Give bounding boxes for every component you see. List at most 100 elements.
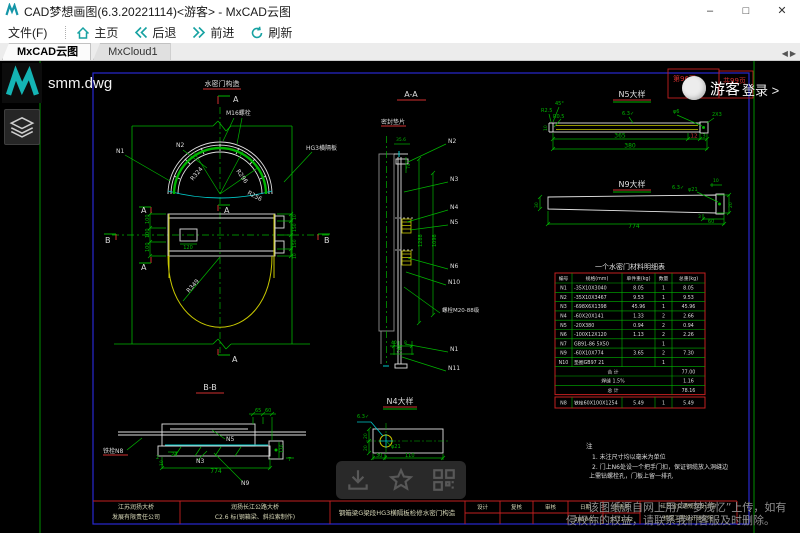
download-button[interactable] bbox=[345, 467, 371, 493]
n9-detail bbox=[538, 183, 731, 226]
table-cell: 垫圈GB97 21 bbox=[574, 359, 604, 366]
login-link[interactable]: 登录 > bbox=[742, 80, 779, 99]
table-cell: N3 bbox=[560, 304, 567, 310]
table-header-cell: 规格(mm) bbox=[586, 275, 609, 282]
table-cell: 8.05 bbox=[683, 286, 694, 292]
forward-button[interactable]: 前进 bbox=[192, 24, 234, 41]
table-cell: -35X10X3040 bbox=[574, 286, 607, 292]
cad-label: 6.3✓ bbox=[672, 185, 684, 191]
cad-label: φ6 bbox=[673, 109, 679, 115]
mxcad-logo-button[interactable] bbox=[2, 63, 42, 103]
minimize-button[interactable]: – bbox=[692, 0, 728, 22]
cad-label: M16螺栓 bbox=[226, 109, 251, 117]
refresh-button[interactable]: 刷新 bbox=[250, 24, 292, 41]
view-title-bb: B-B bbox=[203, 383, 217, 392]
back-button[interactable]: 后退 bbox=[134, 24, 176, 41]
cad-label: N6 bbox=[450, 263, 458, 270]
table-cell: 0.94 bbox=[633, 323, 644, 329]
table-cell: -60X10X774 bbox=[574, 351, 604, 357]
qrcode-button[interactable] bbox=[431, 467, 457, 493]
refresh-label: 刷新 bbox=[268, 24, 292, 41]
cad-label: 10 bbox=[543, 125, 549, 131]
window-titlebar: CAD梦想画图(6.3.20221114)<游客> - MxCAD云图 – □ … bbox=[0, 0, 800, 22]
project-line2: C2.6 标(钢箱梁、斜拉索制作) bbox=[215, 513, 295, 521]
cad-label: 35.6 bbox=[396, 137, 406, 143]
view-title-n4: N4大样 bbox=[386, 396, 413, 406]
drawing-filename: smm.dwg bbox=[48, 75, 112, 92]
aa-section bbox=[379, 136, 448, 371]
cad-label: R349 bbox=[185, 278, 201, 294]
table-cell: 2 bbox=[662, 332, 665, 338]
tab-bar: MxCAD云图 MxCloud1 ◀▶ bbox=[0, 44, 800, 61]
view-title-n9: N9大样 bbox=[618, 179, 645, 189]
table-summary-value: 1.16 bbox=[683, 379, 694, 385]
tab-mxcad[interactable]: MxCAD云图 bbox=[2, 43, 91, 60]
table-cell: N2 bbox=[560, 295, 567, 301]
cad-label: N5 bbox=[226, 436, 234, 443]
layers-button[interactable] bbox=[4, 109, 40, 145]
cad-label: 2X3 bbox=[712, 112, 722, 118]
table-cell: 3.65 bbox=[633, 351, 644, 357]
menu-file[interactable]: 文件(F) bbox=[8, 24, 47, 41]
project-line1: 润扬长江公路大桥 bbox=[231, 503, 279, 511]
cad-label: N3 bbox=[196, 458, 204, 465]
cad-label: A bbox=[224, 206, 230, 215]
table-summary-value: 78.16 bbox=[682, 388, 696, 394]
home-button[interactable]: 主页 bbox=[76, 24, 118, 41]
cad-label: 20 bbox=[363, 445, 369, 451]
table-cell: 9.53 bbox=[633, 295, 644, 301]
tab-scroll-arrows[interactable]: ◀▶ bbox=[782, 49, 798, 58]
cad-label: N1 bbox=[450, 346, 458, 353]
cad-label: 150 bbox=[292, 239, 298, 248]
tab-mxcloud1-label: MxCloud1 bbox=[108, 46, 158, 58]
table-cell: 45.96 bbox=[632, 304, 646, 310]
tab-scroll-left-icon[interactable]: ◀ bbox=[782, 49, 790, 58]
cad-label: 150 bbox=[292, 223, 298, 232]
cad-label: N9 bbox=[241, 480, 249, 487]
home-icon bbox=[76, 26, 90, 40]
table-cell: 1 bbox=[662, 360, 665, 366]
cad-label: 120 bbox=[183, 245, 193, 251]
cad-label: 110 bbox=[405, 453, 415, 459]
table-cell: -20X380 bbox=[574, 323, 594, 329]
cad-label: 20 bbox=[728, 202, 734, 208]
watermark-line2: 侵权你的权益，请联系我们客服及时删除。 bbox=[566, 513, 775, 527]
table-cell: 1.33 bbox=[633, 314, 644, 320]
cad-label: 密封垫片 bbox=[381, 118, 405, 126]
table-cell: 1 bbox=[662, 400, 665, 406]
refresh-icon bbox=[250, 26, 264, 40]
cad-label: R0.5 bbox=[553, 114, 564, 120]
cad-label: 75 bbox=[396, 348, 402, 354]
cad-label: 10 bbox=[292, 253, 298, 259]
cad-label: N2 bbox=[176, 142, 184, 149]
tab-mxcloud1[interactable]: MxCloud1 bbox=[93, 43, 171, 60]
watermark-line1: 该图纸源自网上用户“梦浅忆”上传，如有 bbox=[588, 500, 786, 514]
table-cell: 9.53 bbox=[683, 295, 694, 301]
qrcode-icon bbox=[431, 467, 457, 493]
company-line1: 江苏润扬大桥 bbox=[118, 503, 154, 511]
close-button[interactable]: ✕ bbox=[764, 0, 800, 22]
cad-label: 45° bbox=[555, 101, 564, 107]
cad-label: 10 bbox=[713, 178, 719, 184]
layers-icon bbox=[9, 115, 35, 139]
cad-label: 1288 bbox=[418, 234, 424, 247]
n4-detail bbox=[357, 422, 450, 460]
cad-canvas[interactable]: 水密门构造AAAAABBN1N2HG3横隔板M16螺栓R324R296R256R… bbox=[0, 61, 800, 533]
star-icon bbox=[388, 467, 414, 493]
cad-label: 774 bbox=[628, 223, 640, 230]
maximize-button[interactable]: □ bbox=[728, 0, 764, 22]
table-summary-value: 77.00 bbox=[682, 369, 696, 375]
favorite-button[interactable] bbox=[388, 467, 414, 493]
tab-scroll-right-icon[interactable]: ▶ bbox=[790, 49, 798, 58]
table-cell: 45.96 bbox=[682, 304, 696, 310]
table-cell: N4 bbox=[560, 314, 567, 320]
cad-label: 30 bbox=[534, 202, 540, 208]
menu-toolbar: 文件(F) 主页 后退 前进 刷新 bbox=[0, 22, 800, 44]
cad-label: 774 bbox=[210, 468, 222, 475]
user-avatar[interactable] bbox=[682, 76, 706, 100]
cad-label: R324 bbox=[189, 166, 205, 183]
table-cell: 1 bbox=[662, 304, 665, 310]
table-cell: 5.49 bbox=[683, 400, 694, 406]
forward-label: 前进 bbox=[210, 24, 234, 41]
window-title: CAD梦想画图(6.3.20221114)<游客> - MxCAD云图 bbox=[24, 3, 291, 20]
